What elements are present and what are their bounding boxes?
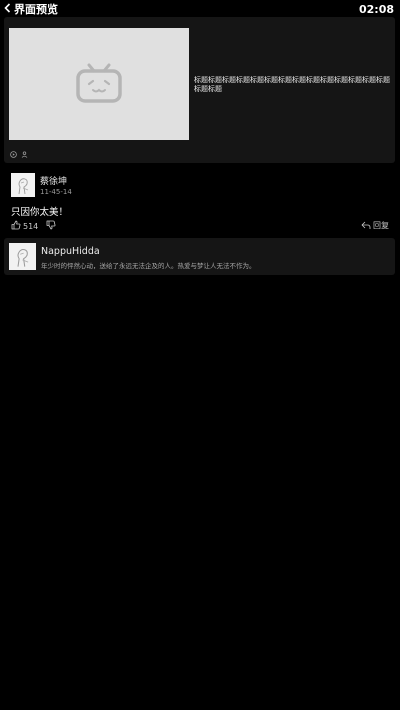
reply-icon xyxy=(361,221,371,229)
avatar[interactable] xyxy=(9,243,36,270)
user-avatar-icon xyxy=(9,243,36,270)
reply-label: 回复 xyxy=(373,221,389,230)
video-title[interactable]: 标题标题标题标题标题标题标题标题标题标题标题标题标题标题标题标题 xyxy=(194,76,390,94)
video-stats xyxy=(10,151,28,158)
reply-button[interactable]: 回复 xyxy=(361,220,389,231)
comment-actions: 514 xyxy=(11,220,56,232)
user-card-signature: 年少时的怦然心动，送给了永远无法企及的人。热爱与梦让人无法不作为。 xyxy=(41,262,256,270)
back-nav[interactable]: 界面预览 xyxy=(0,0,58,18)
user-card-username[interactable]: NappuHidda xyxy=(41,246,100,257)
thumbs-down-icon[interactable] xyxy=(46,220,56,232)
page-title: 界面预览 xyxy=(14,3,58,16)
clock: 02:08 xyxy=(358,2,394,16)
video-thumbnail[interactable] xyxy=(9,28,189,140)
user-avatar-icon xyxy=(11,173,35,197)
user-card[interactable]: NappuHidda 年少时的怦然心动，送给了永远无法企及的人。热爱与梦让人无法… xyxy=(4,238,395,275)
video-card[interactable]: 标题标题标题标题标题标题标题标题标题标题标题标题标题标题标题标题 xyxy=(4,17,395,163)
comment-username[interactable]: 蔡徐坤 xyxy=(40,174,67,187)
avatar[interactable] xyxy=(11,173,35,197)
thumbs-up-icon[interactable] xyxy=(11,220,21,232)
comment-content: 只因你太美！ xyxy=(11,207,69,218)
comment-item: 蔡徐坤 11-45-14 只因你太美！ 514 回复 xyxy=(0,168,400,234)
person-icon xyxy=(21,151,28,158)
bilibili-tv-icon xyxy=(76,63,122,103)
like-count: 514 xyxy=(23,221,39,231)
chevron-left-icon[interactable] xyxy=(4,0,11,18)
play-icon xyxy=(10,151,17,158)
comment-time: 11-45-14 xyxy=(40,188,72,196)
top-bar: 界面预览 02:08 xyxy=(0,0,400,18)
